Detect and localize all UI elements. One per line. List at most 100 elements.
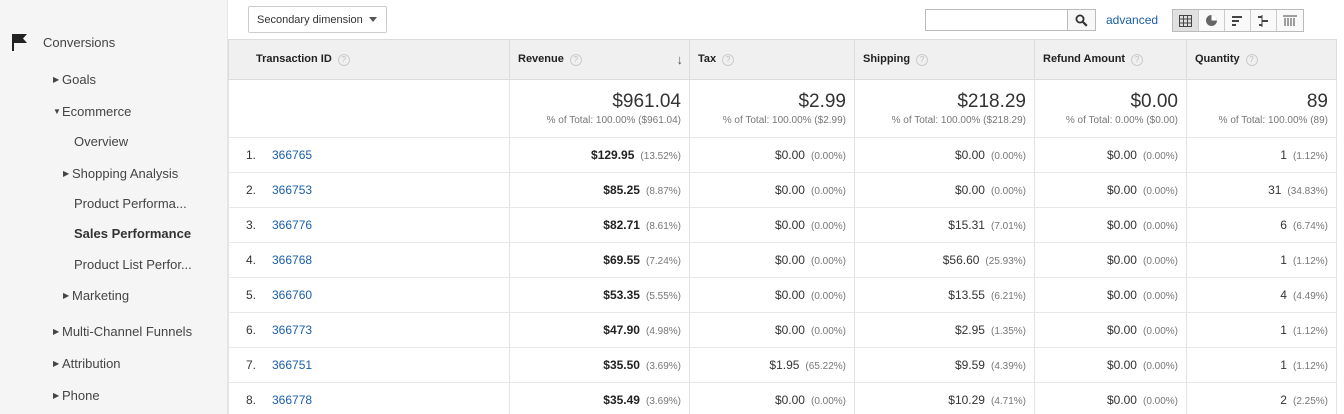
help-icon[interactable]: ? [1245,53,1258,66]
view-switcher [1172,9,1304,32]
table-row[interactable]: 1. 366765 $129.95 (13.52%) $0.00 (0.00%) $0.00… [228,137,1337,173]
sidebar-item-phone[interactable]: ▶ Phone [53,388,100,403]
sidebar-item-product-performance[interactable]: Product Performa... [74,196,187,211]
expand-arrow-icon: ▶ [63,169,70,178]
sidebar-item-ecommerce[interactable]: ▼ Ecommerce [53,104,131,119]
col-header-quantity[interactable]: Quantity? [1186,39,1337,80]
quantity-cell: 31 (34.83%) [1186,172,1337,208]
transaction-id-link[interactable]: 366760 [272,288,312,302]
tax-value: $0.00 [774,148,805,162]
shipping-value: $56.60 [942,253,980,267]
col-header-revenue[interactable]: Revenue? ↓ [509,39,690,80]
table-row[interactable]: 8. 366778 $35.49 (3.69%) $0.00 (0.00%) $10.29 (… [228,382,1337,414]
transaction-id-cell: 8. 366778 [228,382,510,414]
tax-cell: $0.00 (0.00%) [689,137,855,173]
transaction-id-cell: 5. 366760 [228,277,510,313]
col-header-shipping[interactable]: Shipping? [854,39,1035,80]
table-row[interactable]: 4. 366768 $69.55 (7.24%) $0.00 (0.00%) $56.60 (… [228,242,1337,278]
advanced-filter-link[interactable]: advanced [1106,13,1158,27]
transaction-id-link[interactable]: 366765 [272,148,312,162]
table-row[interactable]: 3. 366776 $82.71 (8.61%) $0.00 (0.00%) $15.31 (… [228,207,1337,243]
table-row[interactable]: 7. 366751 $35.50 (3.69%) $1.95 (65.22%) $9.59 (… [228,347,1337,383]
transaction-id-link[interactable]: 366751 [272,358,312,372]
tax-percent: (0.00%) [810,256,846,267]
row-number: 5. [246,288,257,302]
revenue-value: $35.49 [603,393,640,407]
shipping-cell: $13.55 (6.21%) [854,277,1035,313]
table-row[interactable]: 6. 366773 $47.90 (4.98%) $0.00 (0.00%) $2.95 (1… [228,312,1337,348]
sidebar-item-sales-performance[interactable]: Sales Performance [74,226,191,241]
quantity-cell: 1 (1.12%) [1186,347,1337,383]
tax-percent: (0.00%) [810,151,846,162]
transaction-id-link[interactable]: 366753 [272,183,312,197]
help-icon[interactable]: ? [337,53,350,66]
help-icon[interactable]: ? [569,53,582,66]
revenue-percent: (13.52%) [640,151,681,162]
comparison-view-button[interactable] [1251,10,1277,31]
secondary-dimension-dropdown[interactable]: Secondary dimension [248,6,387,33]
revenue-value: $53.35 [603,288,640,302]
sidebar-item-marketing[interactable]: ▶ Marketing [63,288,129,303]
transaction-id-cell: 7. 366751 [228,347,510,383]
total-value: $2.99 [798,91,846,112]
sidebar-item-shopping-analysis[interactable]: ▶ Shopping Analysis [63,166,178,181]
pivot-view-button[interactable] [1277,10,1303,31]
performance-view-icon [1232,15,1242,26]
sidebar-section-conversions[interactable]: Conversions [10,32,115,52]
total-subtext: % of Total: 100.00% (89) [1218,115,1328,126]
help-icon[interactable]: ? [916,53,929,66]
help-icon[interactable]: ? [1131,53,1144,66]
table-search-input[interactable] [925,9,1068,31]
transaction-id-link[interactable]: 366778 [272,393,312,407]
tax-cell: $0.00 (0.00%) [689,242,855,278]
search-icon [1075,14,1088,27]
sidebar-item-goals[interactable]: ▶ Goals [53,72,96,87]
col-header-refund-amount[interactable]: Refund Amount? [1034,39,1187,80]
expand-arrow-icon: ▶ [63,291,70,300]
quantity-percent: (4.49%) [1292,291,1328,302]
sidebar-item-overview[interactable]: Overview [74,134,128,149]
table-view-button[interactable] [1173,10,1199,31]
revenue-percent: (8.87%) [645,186,681,197]
refund-cell: $0.00 (0.00%) [1034,382,1187,414]
revenue-cell: $85.25 (8.87%) [509,172,690,208]
revenue-cell: $47.90 (4.98%) [509,312,690,348]
pivot-view-icon [1283,15,1297,26]
col-header-tax[interactable]: Tax? [689,39,855,80]
sidebar-item-product-list-performance[interactable]: Product List Perfor... [74,257,192,272]
refund-cell: $0.00 (0.00%) [1034,172,1187,208]
pie-view-icon [1206,15,1217,26]
sidebar-item-attribution[interactable]: ▶ Attribution [53,356,121,371]
sidebar-item-label: Phone [62,388,100,403]
quantity-percent: (6.74%) [1292,221,1328,232]
row-number: 4. [246,253,257,267]
tax-value: $1.95 [769,358,800,372]
revenue-cell: $82.71 (8.61%) [509,207,690,243]
refund-value: $0.00 [1106,183,1137,197]
sidebar-item-multi-channel-funnels[interactable]: ▶ Multi-Channel Funnels [53,324,192,339]
refund-value: $0.00 [1106,393,1137,407]
transaction-id-link[interactable]: 366776 [272,218,312,232]
col-header-transaction-id[interactable]: Transaction ID? [228,39,510,80]
sidebar-item-label: Product Performa... [74,196,187,211]
transaction-id-link[interactable]: 366773 [272,323,312,337]
shipping-cell: $56.60 (25.93%) [854,242,1035,278]
shipping-cell: $9.59 (4.39%) [854,347,1035,383]
table-row[interactable]: 2. 366753 $85.25 (8.87%) $0.00 (0.00%) $0.00 (0… [228,172,1337,208]
refund-percent: (0.00%) [1142,186,1178,197]
search-button[interactable] [1068,9,1096,31]
performance-view-button[interactable] [1225,10,1251,31]
refund-percent: (0.00%) [1142,291,1178,302]
refund-value: $0.00 [1106,288,1137,302]
header-label: Tax [698,53,717,66]
refund-cell: $0.00 (0.00%) [1034,347,1187,383]
shipping-value: $13.55 [948,288,985,302]
quantity-value: 1 [1280,358,1287,372]
transaction-id-link[interactable]: 366768 [272,253,312,267]
pie-view-button[interactable] [1199,10,1225,31]
table-row[interactable]: 5. 366760 $53.35 (5.55%) $0.00 (0.00%) $13.55 (… [228,277,1337,313]
expand-arrow-icon: ▶ [53,75,60,84]
help-icon[interactable]: ? [722,53,735,66]
tax-cell: $0.00 (0.00%) [689,172,855,208]
quantity-percent: (2.25%) [1292,396,1328,407]
